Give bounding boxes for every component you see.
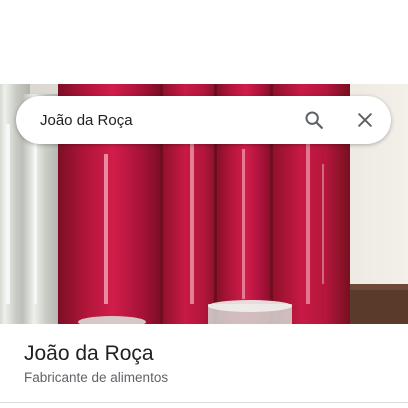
search-bar bbox=[16, 96, 391, 144]
place-info: João da Roça Fabricante de alimentos bbox=[24, 340, 168, 387]
close-button[interactable] bbox=[349, 104, 381, 136]
search-input[interactable] bbox=[40, 96, 290, 144]
place-panel: João da Roça Fabricante de alimentos bbox=[0, 0, 408, 408]
place-title: João da Roça bbox=[24, 342, 154, 365]
search-icon bbox=[305, 111, 323, 129]
divider bbox=[0, 402, 408, 403]
search-button[interactable] bbox=[298, 104, 330, 136]
place-category: Fabricante de alimentos bbox=[24, 370, 169, 385]
close-icon bbox=[358, 113, 372, 127]
